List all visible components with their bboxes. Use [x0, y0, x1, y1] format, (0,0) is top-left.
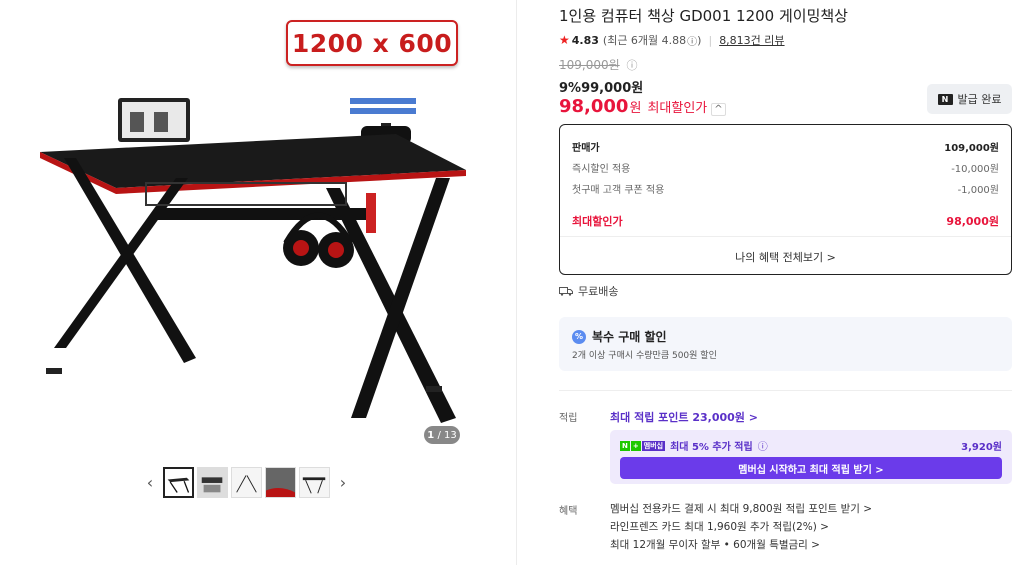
thumbnail[interactable] [197, 467, 228, 498]
price-row: 즉시할인 적용 -10,000원 [572, 164, 999, 175]
thumbnail[interactable] [299, 467, 330, 498]
product-main-image[interactable] [36, 18, 476, 428]
divider [559, 390, 1012, 391]
thumbnail[interactable] [163, 467, 194, 498]
star-icon: ★ [559, 33, 570, 47]
original-price: 109,000원 ⓘ [559, 58, 638, 72]
benefit-item[interactable]: 멤버십 전용카드 결제 시 최대 9,800원 적립 포인트 받기 > [610, 500, 872, 518]
extra-points-amount: 3,920원 [961, 442, 1002, 453]
image-counter: 1 / 13 [424, 426, 460, 444]
benefit-item[interactable]: 최대 12개월 무이자 할부 • 60개월 특별금리 > [610, 536, 872, 554]
benefit-item[interactable]: 라인프렌즈 카드 최대 1,960원 추가 적립(2%) > [610, 518, 872, 536]
thumbnail-strip: ‹ › [140, 467, 353, 498]
info-icon[interactable]: ⓘ [758, 438, 768, 453]
coupon-issued-button[interactable]: N 발급 완료 [927, 84, 1012, 114]
info-icon[interactable]: ⓘ [687, 33, 697, 48]
thumbnail[interactable] [265, 467, 296, 498]
benefits-label: 혜택 [559, 506, 578, 517]
chevron-up-icon[interactable]: ^ [711, 103, 726, 116]
reviews-link[interactable]: 8,813건 리뷰 [719, 32, 784, 48]
info-icon[interactable]: ⓘ [627, 59, 638, 72]
rating-recent: (최근 6개월 4.88 [602, 34, 687, 47]
shipping-info: 무료배송 [559, 283, 618, 299]
membership-points-box: N + 멤버십 최대 5% 추가 적립 ⓘ 3,920원 멤버십 시작하고 최대… [610, 430, 1012, 484]
max-discount-price: 98,000 원 최대할인가 ^ [559, 96, 726, 117]
price-row: 판매가 109,000원 [572, 143, 999, 154]
thumb-prev-button[interactable]: ‹ [140, 468, 160, 498]
size-badge: 1200 x 600 [286, 20, 458, 66]
product-title: 1인용 컴퓨터 책상 GD001 1200 게이밍책상 [559, 7, 848, 25]
percent-icon: % [572, 329, 586, 344]
truck-icon [559, 287, 573, 296]
thumbnail[interactable] [231, 467, 262, 498]
all-benefits-link[interactable]: 나의 혜택 전체보기 > [560, 249, 1011, 265]
rating-score: 4.83 [571, 33, 599, 47]
price-row-total: 최대할인가 98,000원 [572, 215, 999, 228]
benefits-list: 멤버십 전용카드 결제 시 최대 9,800원 적립 포인트 받기 > 라인프렌… [610, 500, 872, 554]
multi-purchase-discount-box: % 복수 구매 할인 2개 이상 구매시 수량만큼 500원 할인 [559, 317, 1012, 371]
rating-row: ★ 4.83 (최근 6개월 4.88 ⓘ ) | 8,813건 리뷰 [559, 32, 785, 48]
max-points-link[interactable]: 최대 적립 포인트 23,000원 > [610, 409, 758, 425]
column-divider [516, 0, 517, 565]
divider [560, 236, 1011, 237]
naver-n-icon: N [937, 93, 953, 105]
naver-plus-badge: N + 멤버십 [620, 440, 666, 451]
price-row: 첫구매 고객 쿠폰 적용 -1,000원 [572, 185, 999, 196]
price-breakdown-box: 판매가 109,000원 즉시할인 적용 -10,000원 첫구매 고객 쿠폰 … [559, 124, 1012, 275]
discount-price: 9%99,000원 [559, 81, 644, 96]
thumb-next-button[interactable]: › [333, 468, 353, 498]
points-label: 적립 [559, 413, 578, 424]
start-membership-button[interactable]: 멤버십 시작하고 최대 적립 받기 > [620, 457, 1002, 479]
product-gallery: 1200 x 600 1 / 13 ‹ › [0, 0, 516, 565]
